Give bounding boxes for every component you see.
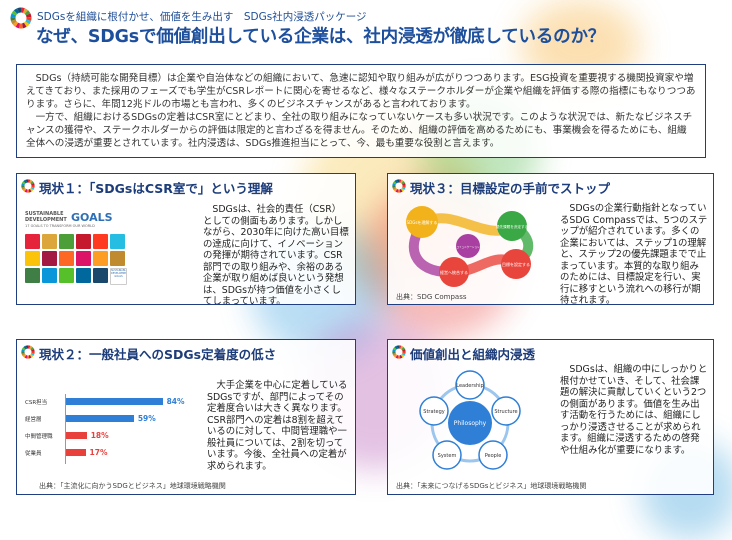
intro-paragraph-2: 一方で、組織におけるSDGsの定着はCSR室にとどまり、全社の取り組みになってい… bbox=[26, 112, 693, 149]
bar-category-label: CSR担当 bbox=[25, 400, 48, 406]
sdg-goal-tile bbox=[25, 251, 40, 266]
sdgs-wheel-icon bbox=[392, 179, 406, 193]
sdg-goal-tile bbox=[59, 268, 74, 283]
header-subtitle: SDGsを組織に根付かせ、価値を生み出す SDGs社内浸透パッケージ bbox=[37, 11, 367, 23]
logo-development: DEVELOPMENT bbox=[25, 217, 67, 223]
panel-status-1: 現状１：「SDGsはCSR室で」という理解 SUSTAINABLE DEVELO… bbox=[16, 173, 356, 305]
sdg-goal-tile bbox=[76, 268, 91, 283]
sdg-goal-tile bbox=[42, 234, 57, 249]
panel-4-text: SDGsは、組織の中にしっかりと根付かせていき、そして、社会課題の解決に貢献して… bbox=[560, 364, 708, 456]
intro-box: SDGs（持続可能な開発目標）は企業や自治体などの組織において、急速に認知や取り… bbox=[16, 64, 706, 158]
panel-4-source: 出典：「未来につなげるSDGsとビジネス」地球環境戦略機関 bbox=[396, 482, 587, 490]
panel-2-text: 大手企業を中心に定着しているSDGsですが、部門によってその定着度合いは大きく異… bbox=[207, 380, 349, 472]
sdgs-goal-tiles: SUSTAINABLEDEVELOPMENTGOALS bbox=[25, 234, 175, 304]
sdg-goal-tile bbox=[76, 251, 91, 266]
strategy-label: Strategy bbox=[423, 409, 444, 415]
panel-2-title: 現状２：一般社員へのSDGs定着度の低さ bbox=[39, 347, 277, 362]
sdgs-goals-logo: SUSTAINABLE DEVELOPMENT GOALS 17 GOALS T… bbox=[25, 211, 175, 231]
organization-elements-diagram: Philosophy Leadership Structure People S… bbox=[419, 370, 521, 470]
panel-status-3: 現状３：目標設定の手前でストップ SDGsを理解する 優先課題を決定する 目標を… bbox=[387, 173, 714, 305]
bar-value-label: 18% bbox=[90, 431, 109, 440]
sdg-logo-tile: SUSTAINABLEDEVELOPMENTGOALS bbox=[110, 268, 127, 285]
bar-value-label: 59% bbox=[137, 414, 156, 423]
panel-3-text: SDGsの企業行動指針となっているSDG Compassでは、5つのステップが紹… bbox=[560, 203, 708, 305]
panel-4-paragraph: SDGsは、組織の中にしっかりと根付かせていき、そして、社会課題の解決に貢献して… bbox=[560, 364, 708, 456]
structure-label: Structure bbox=[494, 409, 517, 415]
sdg-goal-tile bbox=[76, 234, 91, 249]
intro-paragraph-1: SDGs（持続可能な開発目標）は企業や自治体などの組織において、急速に認知や取り… bbox=[26, 73, 696, 110]
sdgs-wheel-icon bbox=[21, 179, 35, 193]
panel-status-2: 現状２：一般社員へのSDGs定着度の低さ CSR担当 84% 経営層 59% 中間管理職… bbox=[16, 339, 356, 495]
people-label: People bbox=[485, 453, 502, 459]
panel-3-paragraph: SDGsの企業行動指針となっているSDG Compassでは、5つのステップが紹… bbox=[560, 203, 708, 305]
sdg-goal-tile bbox=[110, 234, 125, 249]
sdg-goal-tile bbox=[59, 251, 74, 266]
panel-value-creation: 価値創出と組織内浸透 Philosophy Leadership Structu… bbox=[387, 339, 714, 495]
bar bbox=[66, 449, 86, 456]
compass-step-2-label: 優先課題を決定する bbox=[496, 224, 529, 229]
logo-tagline: 17 GOALS TO TRANSFORM OUR WORLD bbox=[25, 224, 95, 228]
sdg-compass-steps-diagram: SDGsを理解する 優先課題を決定する 目標を設定する 経営へ統合する 報告とコ… bbox=[406, 206, 534, 287]
compass-step-3-label: 目標を設定する bbox=[502, 261, 530, 267]
panel-2-paragraph: 大手企業を中心に定着しているSDGsですが、部門によってその定着度合いは大きく異… bbox=[207, 380, 348, 472]
diagram-center-label: Philosophy bbox=[454, 420, 487, 427]
sdg-goal-tile bbox=[93, 234, 108, 249]
panel-3-title: 現状３：目標設定の手前でストップ bbox=[410, 181, 611, 196]
sdg-goal-tile bbox=[25, 268, 40, 283]
sdg-goal-tile bbox=[93, 251, 108, 266]
sdg-goal-tile bbox=[93, 268, 108, 283]
compass-step-4-label: 経営へ統合する bbox=[440, 269, 468, 275]
bar-category-label: 経営層 bbox=[25, 417, 42, 423]
page-title: なぜ、SDGsで価値創出している企業は、社内浸透が徹底しているのか？ bbox=[36, 27, 606, 47]
sdg-goal-tile bbox=[42, 251, 57, 266]
sdgs-wheel-icon bbox=[10, 7, 32, 29]
panel-1-title: 現状１：「SDGsはCSR室で」という理解 bbox=[39, 181, 273, 196]
leadership-label: Leadership bbox=[456, 383, 483, 389]
panel-2-source: 出典：「主流化に向かうSDGとビジネス」地球環境戦略機関 bbox=[39, 482, 226, 490]
sdg-goal-tile bbox=[42, 268, 57, 283]
sdg-logo-tile-text: GOALS bbox=[114, 275, 123, 278]
compass-step-1-label: SDGsを理解する bbox=[407, 219, 438, 225]
sdgs-wheel-icon bbox=[392, 345, 406, 359]
bar-category-label: 従業員 bbox=[25, 451, 42, 457]
sdg-goal-tile bbox=[110, 251, 125, 266]
panel-4-title: 価値創出と組織内浸透 bbox=[410, 347, 536, 362]
panel-1-paragraph: SDGsは、社会的責任（CSR）としての側面もあります。しかしながら、2030年… bbox=[203, 204, 349, 305]
sdgs-wheel-icon bbox=[21, 345, 35, 359]
bar-category-label: 中間管理職 bbox=[25, 434, 53, 440]
sdg-goal-tile bbox=[59, 234, 74, 249]
panel-3-source: 出典：SDG Compass bbox=[396, 293, 467, 301]
panel-1-text: SDGsは、社会的責任（CSR）としての側面もあります。しかしながら、2030年… bbox=[203, 204, 349, 305]
compass-step-5-label: 報告とコミュニケーションを行う bbox=[449, 245, 488, 249]
bar bbox=[66, 398, 163, 405]
sdg-goal-tile bbox=[25, 234, 40, 249]
bar-value-label: 84% bbox=[166, 397, 185, 406]
bar bbox=[66, 432, 87, 439]
system-label: System bbox=[438, 453, 457, 459]
bar bbox=[66, 415, 134, 422]
bar-value-label: 17% bbox=[89, 448, 108, 457]
sdgs-awareness-bar-chart: CSR担当 84% 経営層 59% 中間管理職 18% 従業員 17% bbox=[25, 394, 205, 474]
logo-goals: GOALS bbox=[71, 211, 113, 224]
